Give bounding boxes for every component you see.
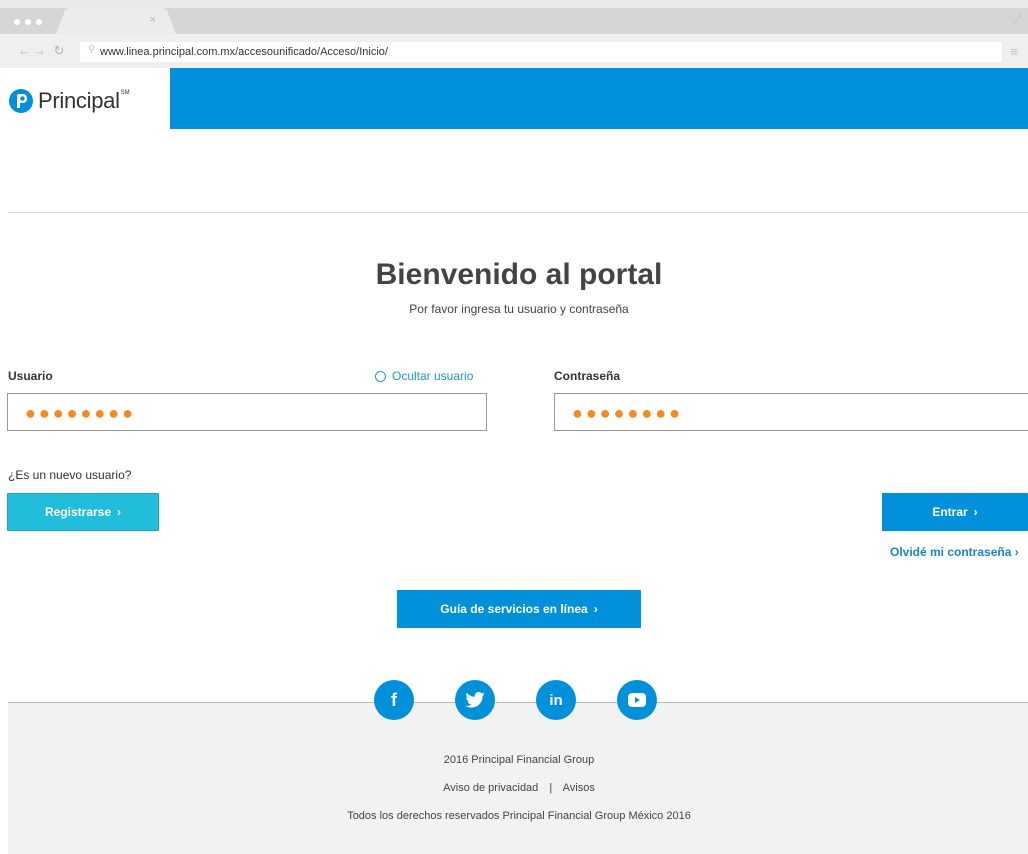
tab-close-icon[interactable]: × — [150, 14, 156, 26]
page-subtitle: Por favor ingresa tu usuario y contraseñ… — [409, 302, 629, 316]
principal-logo-icon — [9, 89, 33, 113]
new-user-prompt: ¿Es un nuevo usuario? — [8, 468, 132, 482]
hamburger-menu-icon[interactable]: ≡ — [1010, 44, 1018, 59]
hide-user-label[interactable]: Ocultar usuario — [392, 369, 473, 383]
linkedin-icon[interactable]: in — [536, 680, 576, 720]
hide-user-toggle[interactable]: Ocultar usuario — [375, 369, 473, 383]
logo-service-mark: SM — [120, 90, 130, 96]
user-input[interactable]: ●●●●●●●● — [7, 393, 487, 431]
twitter-bird-icon — [465, 692, 485, 708]
logo-text: Principal — [38, 88, 120, 113]
window-controls[interactable] — [14, 19, 42, 25]
radio-icon[interactable] — [375, 370, 386, 382]
youtube-play-icon — [628, 693, 646, 707]
forgot-password-link[interactable]: Olvidé mi contraseña › — [890, 545, 1019, 559]
facebook-icon[interactable]: f — [374, 680, 414, 720]
enter-button[interactable]: Entrar › — [882, 493, 1028, 531]
footer-rights: Todos los derechos reservados Principal … — [347, 810, 691, 822]
address-bar[interactable]: ⚲ www.linea.principal.com.mx/accesounifi… — [80, 42, 1002, 62]
footer-copyright: 2016 Principal Financial Group — [443, 754, 595, 766]
footer-links: Aviso de privacidad | Avisos — [0, 782, 1028, 794]
user-label: Usuario — [8, 369, 53, 383]
register-button-label: Registrarse — [44, 505, 112, 519]
privacy-link[interactable]: Aviso de privacidad — [443, 782, 538, 794]
enter-button-label: Entrar — [932, 505, 968, 519]
browser-toolbar: ←→ ↻ ⚲ www.linea.principal.com.mx/acceso… — [0, 34, 1028, 68]
browser-chrome: × ⤢ ←→ ↻ ⚲ www.linea.principal.com.mx/ac… — [0, 0, 1028, 68]
header-band — [170, 68, 1028, 129]
tab-strip: × ⤢ — [0, 8, 1028, 34]
chevron-right-icon: › — [973, 505, 978, 519]
section-divider — [8, 212, 1028, 213]
chevron-right-icon: › — [1014, 545, 1019, 559]
footer — [8, 702, 1028, 854]
online-services-guide-button[interactable]: Guía de servicios en línea › — [397, 590, 641, 628]
nav-arrows-icon[interactable]: ←→ ↻ — [18, 43, 67, 59]
principal-logo[interactable]: Principal SM — [8, 86, 130, 116]
site-header: Principal SM — [0, 68, 1028, 130]
guide-button-label: Guía de servicios en línea — [440, 602, 588, 616]
footer-separator: | — [549, 782, 553, 794]
notices-link[interactable]: Avisos — [563, 782, 595, 794]
linkedin-glyph: in — [549, 691, 563, 709]
register-button[interactable]: Registrarse › — [7, 493, 159, 531]
chevron-right-icon: › — [117, 505, 122, 519]
youtube-icon[interactable] — [617, 680, 657, 720]
url-text[interactable]: www.linea.principal.com.mx/accesounifica… — [100, 46, 388, 58]
facebook-glyph: f — [391, 689, 397, 710]
password-input[interactable]: ●●●●●●●● — [554, 393, 1028, 431]
expand-icon[interactable]: ⤢ — [1013, 13, 1022, 26]
forgot-password-label[interactable]: Olvidé mi contraseña — [890, 545, 1011, 559]
user-input-value: ●●●●●●●● — [25, 403, 136, 423]
search-icon: ⚲ — [88, 44, 96, 55]
password-input-value: ●●●●●●●● — [572, 403, 683, 423]
chevron-right-icon: › — [593, 602, 598, 616]
twitter-icon[interactable] — [455, 680, 495, 720]
password-label: Contraseña — [554, 369, 621, 383]
page-title: Bienvenido al portal — [375, 258, 663, 291]
browser-tab[interactable]: × — [56, 8, 176, 34]
